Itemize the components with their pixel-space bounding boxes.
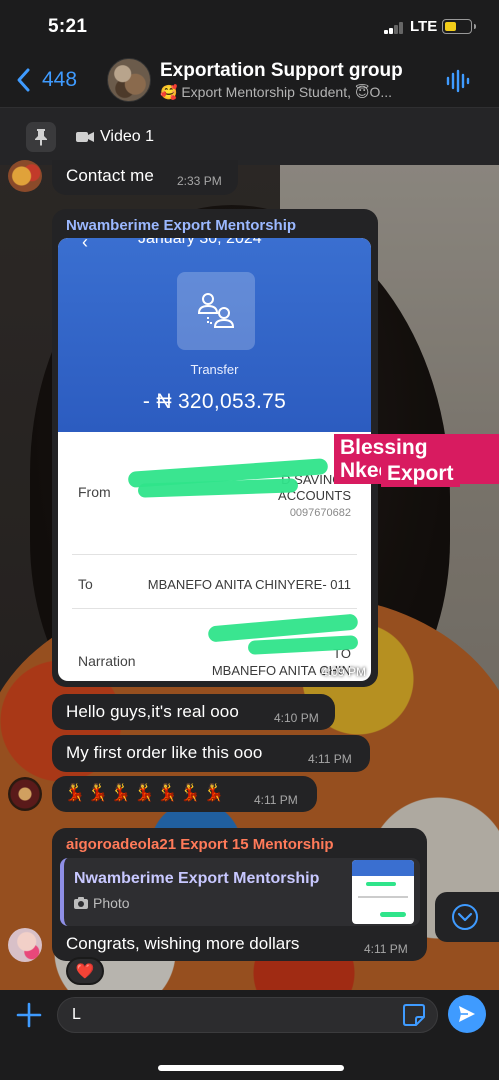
sender-avatar[interactable] [8, 928, 42, 962]
sender-avatar[interactable] [8, 777, 42, 811]
quoted-sender: Nwamberime Export Mentorship [74, 870, 320, 887]
message-input[interactable]: L [57, 997, 438, 1033]
reply-message[interactable]: aigoroadeola21 Export 15 Mentorship Nwam… [52, 828, 427, 961]
quoted-kind: Photo [74, 895, 130, 911]
message-bubble[interactable]: 💃💃💃💃💃💃💃 4:11 PM [52, 776, 317, 812]
message-sender: Nwamberime Export Mentorship [66, 217, 297, 234]
composer-bar: L [0, 990, 499, 1080]
audio-call-icon[interactable] [445, 69, 471, 93]
receipt-narration-label: Narration [78, 653, 136, 669]
chevron-left-icon[interactable] [14, 66, 34, 94]
message-bubble[interactable]: Contact me 2:33 PM [52, 160, 238, 195]
group-members[interactable]: 🥰 Export Mentorship Student, 😇O... [160, 84, 432, 101]
receipt-back-icon: ‹ [82, 238, 88, 252]
receipt-image[interactable]: ‹ January 30, 2024 Transfer - ₦ 320,053.… [58, 238, 371, 681]
message-text: Congrats, wishing more dollars [66, 934, 300, 953]
group-avatar[interactable] [107, 58, 151, 102]
chat-header: 448 Exportation Support group 🥰 Export M… [0, 55, 499, 107]
receipt-to-value: MBANEFO ANITA CHINYERE- 011 [147, 577, 351, 592]
receipt-amount: - ₦ 320,053.75 [142, 390, 287, 413]
receipt-date: January 30, 2024 [138, 238, 262, 247]
chevron-down-circle-icon [452, 904, 478, 930]
back-unread-count[interactable]: 448 [42, 68, 77, 92]
reaction-badge[interactable]: ❤️ [66, 957, 104, 985]
message-text: My first order like this ooo [66, 743, 263, 762]
message-text: 💃💃💃💃💃💃💃 [64, 783, 227, 802]
receipt-from-label: From [78, 484, 111, 500]
pin-icon [35, 129, 47, 146]
home-indicator [158, 1065, 344, 1071]
message-time: 2:33 PM [177, 174, 222, 188]
sender-avatar[interactable] [8, 160, 42, 192]
scroll-to-bottom-button[interactable] [435, 892, 499, 942]
overlay-caption-line2: Export [381, 460, 460, 488]
message-time: 4:10 PM [274, 711, 319, 725]
receipt-kind: Transfer [190, 362, 239, 377]
pinned-video-label: Video 1 [100, 128, 154, 145]
network-label: LTE [410, 18, 438, 35]
pin-button[interactable] [26, 122, 56, 152]
transfer-icon [177, 272, 255, 350]
group-title[interactable]: Exportation Support group [160, 60, 403, 82]
message-bubble[interactable]: My first order like this ooo 4:11 PM [52, 735, 370, 772]
pinned-video-item[interactable]: Video 1 [76, 128, 154, 146]
message-time: 4:11 PM [308, 752, 352, 766]
status-bar: 5:21 LTE [0, 0, 499, 55]
message-text: Hello guys,it's real ooo [66, 702, 239, 721]
sticker-icon[interactable] [402, 1003, 426, 1027]
image-message[interactable]: Nwamberime Export Mentorship ‹ January 3… [52, 209, 378, 687]
quoted-message[interactable]: Nwamberime Export Mentorship Photo [60, 858, 420, 926]
plus-icon[interactable] [14, 1000, 44, 1030]
message-text: Contact me [66, 166, 154, 185]
video-camera-icon [76, 132, 94, 142]
quoted-kind-label: Photo [93, 895, 130, 911]
pinned-bar: Video 1 [0, 107, 499, 165]
battery-icon [442, 19, 476, 34]
receipt-to-label: To [78, 576, 93, 592]
send-button[interactable] [448, 995, 486, 1033]
message-sender: aigoroadeola21 Export 15 Mentorship [66, 836, 334, 853]
message-bubble[interactable]: Hello guys,it's real ooo 4:10 PM [52, 694, 335, 730]
heart-reaction-icon: ❤️ [75, 963, 95, 980]
quoted-thumbnail [352, 860, 414, 924]
message-time: 4:09 PM [321, 665, 366, 679]
send-icon [459, 1006, 475, 1022]
message-time: 4:11 PM [364, 942, 408, 956]
status-time: 5:21 [48, 16, 88, 37]
receipt-from-account: 0097670682 [289, 507, 351, 519]
signal-icon [384, 22, 404, 34]
message-time: 4:11 PM [254, 793, 298, 807]
camera-icon [74, 897, 88, 909]
